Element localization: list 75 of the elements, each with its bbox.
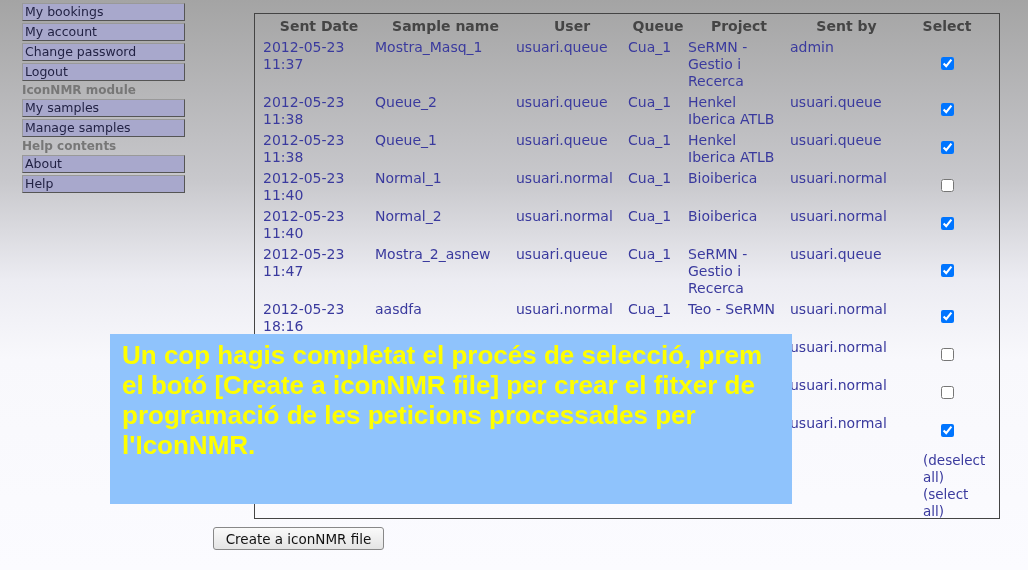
project-cell-text: Bioiberica [688, 207, 759, 226]
date-cell-text: 2012-05-23 11:40 [263, 207, 346, 243]
queue-cell-text: Cua_1 [628, 207, 673, 226]
sent-by-cell-text: usuari.queue [790, 93, 883, 112]
select-checkbox[interactable] [940, 56, 954, 70]
select-checkbox[interactable] [940, 386, 954, 399]
sent-by-cell-text: usuari.normal [790, 300, 888, 319]
queue-cell-text: Cua_1 [628, 169, 673, 188]
select-checkbox[interactable] [940, 310, 954, 323]
sidebar-link[interactable]: Change password [22, 43, 185, 61]
sent-by-cell-text: usuari.normal [790, 169, 888, 188]
queue-cell: Cua_1 [628, 299, 688, 337]
column-header: Sent by [815, 17, 878, 36]
select-all-link[interactable]: (select all) [904, 486, 983, 520]
date-cell: 2012-05-23 18:16 [263, 299, 375, 337]
project-cell-text: Henkel Iberica ATLB [688, 131, 776, 167]
select-checkbox[interactable] [940, 348, 954, 361]
sent-by-cell-text: usuari.normal [790, 207, 888, 226]
sample-name-cell-text: Queue_2 [375, 93, 438, 112]
sent-by-cell-text: usuari.normal [790, 376, 888, 395]
sample-name-cell-text: Queue_1 [375, 131, 438, 150]
queue-cell-text: Cua_1 [628, 131, 673, 150]
column-header: User [552, 17, 592, 36]
project-cell-text: Bioiberica [688, 169, 759, 188]
instruction-caption: Un cop hagis completat el procés de selecció, prem el botó [Create a iconNMR file] per crear el fitxer de programació de les peticions processades per l'IconNMR. [110, 334, 792, 504]
sample-name-cell-text: Normal_1 [375, 169, 443, 188]
project-cell-text: Henkel Iberica ATLB [688, 93, 776, 129]
column-header: Queue [631, 17, 685, 36]
sent-by-cell-text: admin [790, 38, 835, 57]
sent-by-cell-text: usuari.queue [790, 131, 883, 150]
sidebar-heading: Help contents [22, 139, 118, 153]
sidebar-link[interactable]: My bookings [22, 3, 185, 21]
column-header: Project [709, 17, 769, 36]
user-cell: usuari.queue [516, 92, 628, 130]
sample-name-cell-text: Mostra_Masq_1 [375, 38, 484, 57]
date-cell: 2012-05-23 11:38 [263, 92, 375, 130]
queue-cell: Cua_1 [628, 37, 688, 92]
select-checkbox[interactable] [940, 179, 954, 192]
sidebar-link[interactable]: My samples [22, 99, 185, 117]
sent-by-cell-text: usuari.normal [790, 338, 888, 357]
sidebar-heading: IconNMR module [22, 83, 137, 97]
queue-cell: Cua_1 [628, 244, 688, 299]
sample-name-cell-text: Mostra_2_asnew [375, 245, 492, 264]
date-cell: 2012-05-23 11:38 [263, 130, 375, 168]
select-checkbox[interactable] [940, 103, 954, 116]
select-checkbox[interactable] [940, 263, 954, 277]
create-file-button[interactable]: Create a iconNMR file [213, 527, 384, 550]
user-cell: usuari.normal [516, 168, 628, 206]
select-checkbox[interactable] [940, 141, 954, 154]
sent-by-cell-text: usuari.queue [790, 245, 883, 264]
project-cell-text: Teo - SeRMN [688, 300, 777, 319]
user-cell: usuari.queue [516, 244, 628, 299]
sidebar-link[interactable]: About [22, 155, 185, 173]
sidebar-link[interactable]: My account [22, 23, 185, 41]
column-header: Select [921, 17, 973, 36]
sidebar-link[interactable]: Logout [22, 63, 185, 81]
sample-name-cell-text: Normal_2 [375, 207, 443, 226]
select-checkbox[interactable] [940, 424, 954, 437]
project-cell-text: SeRMN - Gestio i Recerca [688, 245, 749, 298]
user-cell: usuari.normal [516, 206, 628, 244]
select-checkbox[interactable] [940, 217, 954, 230]
deselect-all-link[interactable]: (deselect all) [904, 452, 983, 486]
column-header: Sample name [391, 17, 500, 36]
date-cell-text: 2012-05-23 11:40 [263, 169, 346, 205]
column-header: Sent Date [278, 17, 360, 36]
sidebar-link[interactable]: Manage samples [22, 119, 185, 137]
date-cell-text: 2012-05-23 11:47 [263, 245, 346, 281]
sent-by-cell-text: usuari.normal [790, 414, 888, 433]
user-cell: usuari.queue [516, 130, 628, 168]
date-cell-text: 2012-05-23 11:37 [263, 38, 346, 74]
user-cell: usuari.queue [516, 37, 628, 92]
sample-name-cell-text: aasdfa [375, 300, 423, 319]
queue-cell-text: Cua_1 [628, 93, 673, 112]
sidebar-link[interactable]: Help [22, 175, 185, 193]
user-cell: usuari.normal [516, 299, 628, 337]
